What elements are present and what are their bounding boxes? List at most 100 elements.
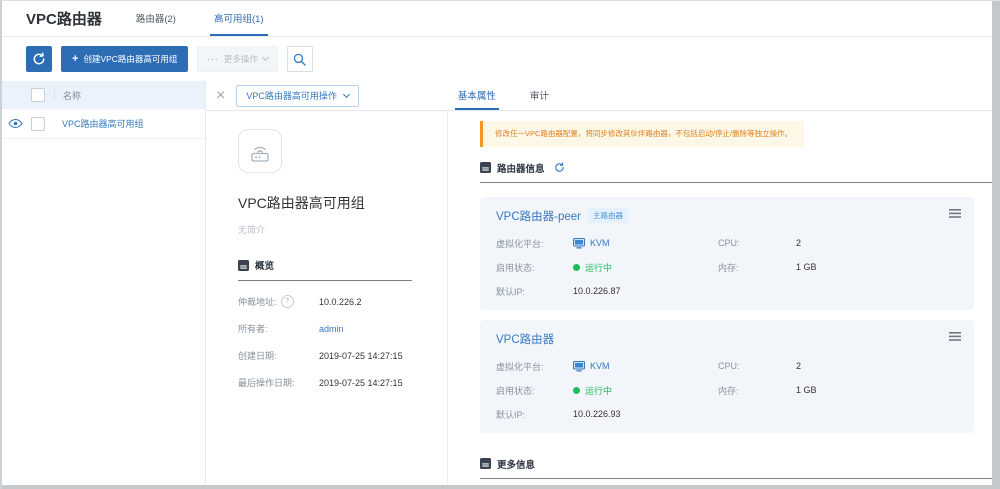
router-card-peer: VPC路由器-peer 主路由器 虚拟化平台: (480, 197, 974, 310)
page-header: VPC路由器 路由器(2) 高可用组(1) (2, 1, 1000, 37)
row-checkbox[interactable] (31, 117, 45, 131)
tab-basic-properties[interactable]: 基本属性 (455, 81, 499, 110)
detail-action-bar: VPC路由器高可用操作 基本属性 审计 (206, 81, 1000, 111)
refresh-icon (32, 52, 46, 66)
detail-body: VPC路由器高可用组 无简介 概览 仲裁地址: (206, 111, 1000, 486)
hypervisor-value[interactable]: KVM (590, 238, 610, 248)
row-name-link[interactable]: VPC路由器高可用组 (62, 117, 144, 130)
more-info-icon (480, 458, 491, 469)
field-create-date: 创建日期: 2019-07-25 14:27:15 (238, 349, 412, 362)
hypervisor-label: 虚拟化平台: (496, 237, 573, 250)
help-icon[interactable] (281, 295, 294, 308)
default-ip-label: 默认IP: (496, 285, 573, 298)
field-last-op-date: 最后操作日期: 2019-07-25 14:27:15 (238, 376, 412, 389)
state-label: 启用状态: (496, 384, 573, 397)
field-label: 创建日期: (238, 349, 319, 362)
router-card: VPC路由器 虚拟化平台: (480, 320, 974, 433)
cpu-label: CPU: (718, 361, 796, 371)
router-info-icon (480, 162, 491, 173)
detail-content-column: 修改任一VPC路由器配置，将同步修改其伙伴路由器，不包括启动/停止/删除等独立操… (448, 111, 1000, 486)
card-menu-icon[interactable] (949, 209, 961, 218)
select-all-checkbox[interactable] (31, 88, 45, 102)
overview-icon (238, 260, 249, 271)
table-row[interactable]: VPC路由器高可用组 (2, 109, 205, 139)
cpu-value: 2 (796, 238, 801, 248)
router-info-section-header: 路由器信息 (480, 161, 994, 175)
router-name-link[interactable]: VPC路由器-peer (496, 208, 581, 224)
status-dot-icon (573, 387, 580, 394)
actions-dropdown-label: VPC路由器高可用操作 (246, 89, 337, 102)
memory-value: 1 GB (796, 262, 817, 272)
primary-router-badge: 主路由器 (588, 208, 628, 223)
close-icon[interactable] (216, 88, 225, 104)
page-title: VPC路由器 (26, 8, 102, 29)
detail-subtitle: 无简介 (238, 223, 412, 236)
more-info-heading: 更多信息 (497, 457, 535, 471)
detail-panel: VPC路由器高可用操作 基本属性 审计 (206, 81, 1000, 486)
router-info-heading: 路由器信息 (497, 161, 545, 175)
default-ip-label: 默认IP: (496, 408, 573, 421)
window-bottom-edge (2, 485, 1000, 489)
field-value: 10.0.226.2 (319, 297, 362, 307)
section-divider (238, 280, 412, 281)
memory-label: 内存: (718, 261, 796, 274)
search-button[interactable] (287, 46, 313, 72)
section-divider (480, 478, 994, 479)
field-label: 最后操作日期: (238, 376, 319, 389)
detail-title: VPC路由器高可用组 (238, 193, 412, 213)
cpu-label: CPU: (718, 238, 796, 248)
hypervisor-label: 虚拟化平台: (496, 360, 573, 373)
state-value: 运行中 (585, 261, 612, 274)
scrollbar[interactable] (992, 1, 1000, 489)
tab-audit[interactable]: 审计 (527, 81, 552, 110)
column-divider (54, 89, 55, 101)
router-cards: VPC路由器-peer 主路由器 虚拟化平台: (480, 197, 994, 433)
tab-ha-groups[interactable]: 高可用组(1) (210, 1, 268, 36)
refresh-button[interactable] (26, 46, 52, 72)
default-ip-value: 10.0.226.87 (573, 286, 718, 296)
overview-fields: 仲裁地址: 10.0.226.2 所有者: admin 创建日期: 2019-0… (238, 295, 412, 389)
page-tabs: 路由器(2) 高可用组(1) (132, 1, 298, 36)
memory-label: 内存: (718, 384, 796, 397)
state-label: 启用状态: (496, 261, 573, 274)
overview-heading: 概览 (255, 258, 274, 272)
hypervisor-value[interactable]: KVM (590, 361, 610, 371)
create-ha-group-button[interactable]: 创建VPC路由器高可用组 (61, 46, 188, 72)
section-divider (480, 182, 994, 183)
warning-banner: 修改任一VPC路由器配置，将同步修改其伙伴路由器，不包括启动/停止/删除等独立操… (480, 121, 804, 147)
field-owner: 所有者: admin (238, 322, 412, 335)
owner-link[interactable]: admin (319, 324, 344, 334)
search-icon (293, 53, 306, 66)
field-arbitration-address: 仲裁地址: 10.0.226.2 (238, 295, 412, 308)
tab-routers[interactable]: 路由器(2) (132, 1, 180, 36)
table-header: 名称 (2, 81, 205, 109)
card-menu-icon[interactable] (949, 332, 961, 341)
overview-section-header: 概览 (238, 258, 412, 272)
kvm-icon (573, 361, 585, 372)
more-info-section-header: 更多信息 (480, 457, 994, 471)
name-column-header: 名称 (63, 89, 81, 102)
plus-icon (72, 54, 78, 65)
chevron-down-icon (262, 54, 269, 61)
chevron-down-icon (343, 90, 350, 97)
main-area: 名称 VPC路由器高可用组 VPC路由器高可用操作 基本属性 审 (2, 81, 1000, 486)
toolbar: 创建VPC路由器高可用组 更多操作 (2, 37, 1000, 81)
refresh-routers-icon[interactable] (554, 162, 565, 173)
memory-value: 1 GB (796, 385, 817, 395)
status-dot-icon (573, 264, 580, 271)
router-name-link[interactable]: VPC路由器 (496, 331, 554, 347)
create-ha-group-label: 创建VPC路由器高可用组 (83, 53, 177, 65)
more-actions-button[interactable]: 更多操作 (197, 46, 278, 72)
actions-dropdown[interactable]: VPC路由器高可用操作 (236, 85, 359, 107)
field-value: 2019-07-25 14:27:15 (319, 351, 403, 361)
more-actions-label: 更多操作 (224, 53, 258, 65)
cpu-value: 2 (796, 361, 801, 371)
list-panel: 名称 VPC路由器高可用组 (2, 81, 206, 486)
kvm-icon (573, 238, 585, 249)
state-value: 运行中 (585, 384, 612, 397)
field-value: 2019-07-25 14:27:15 (319, 378, 403, 388)
vpc-router-page: VPC路由器 路由器(2) 高可用组(1) 创建VPC路由器高可用组 更多操作 (0, 0, 1000, 489)
more-dots-icon (207, 54, 219, 64)
detail-tabs: 基本属性 审计 (455, 81, 580, 110)
default-ip-value: 10.0.226.93 (573, 409, 718, 419)
